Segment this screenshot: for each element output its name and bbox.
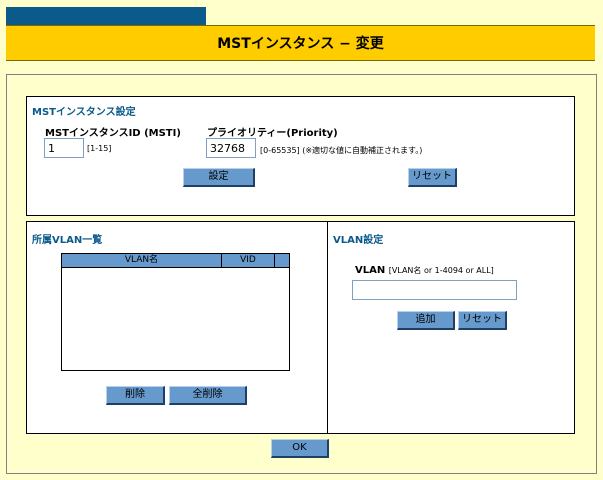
vlan-list-title: 所属VLAN一覧 <box>32 235 103 246</box>
delete-all-button[interactable]: 全削除 <box>169 386 247 405</box>
vlan-add-button[interactable]: 追加 <box>397 311 455 330</box>
priority-input[interactable] <box>206 138 256 158</box>
instance-id-range: [1-15] <box>87 144 112 153</box>
column-header-spacer <box>275 254 289 267</box>
mst-settings-title: MSTインスタンス設定 <box>32 107 136 118</box>
delete-button[interactable]: 削除 <box>106 386 165 405</box>
vlan-list-body[interactable] <box>61 267 290 371</box>
priority-range: [0-65535] (※適切な値に自動補正されます。) <box>260 146 423 155</box>
vlan-list-header: VLAN名 VID <box>61 253 290 268</box>
vlan-hint: [VLAN名 or 1-4094 or ALL] <box>388 266 494 275</box>
vlan-settings-title: VLAN設定 <box>333 235 384 246</box>
mst-set-button[interactable]: 設定 <box>183 168 255 187</box>
instance-id-label: MSTインスタンスID (MSTI) <box>45 128 181 139</box>
column-header-vlan-name: VLAN名 <box>62 254 222 267</box>
page-title: MSTインスタンス − 変更 <box>6 25 595 61</box>
mst-reset-button[interactable]: リセット <box>408 168 457 187</box>
vlan-input[interactable] <box>352 280 517 300</box>
vlan-reset-button[interactable]: リセット <box>458 311 507 330</box>
vlan-label-text: VLAN <box>355 265 386 276</box>
instance-id-input[interactable] <box>44 138 84 158</box>
ok-button[interactable]: OK <box>271 439 329 458</box>
header-tab-strip <box>6 7 206 26</box>
priority-label: プライオリティー(Priority) <box>207 128 338 139</box>
vlan-label: VLAN [VLAN名 or 1-4094 or ALL] <box>355 265 494 276</box>
column-header-vid: VID <box>222 254 275 267</box>
